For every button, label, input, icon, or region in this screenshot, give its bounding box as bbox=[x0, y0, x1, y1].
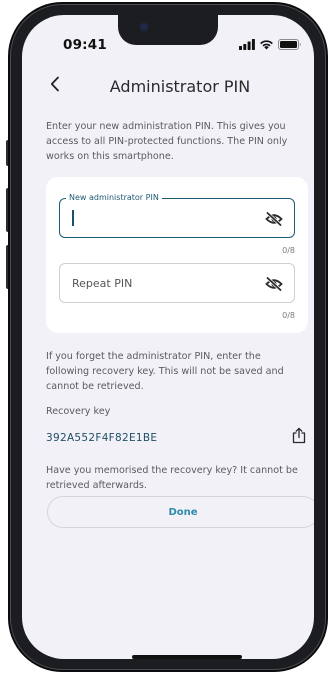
pin-form-card: New administrator PIN 0/8 0/8 bbox=[46, 177, 308, 333]
dynamic-notch bbox=[118, 15, 218, 45]
repeat-pin-counter: 0/8 bbox=[282, 311, 295, 320]
wifi-icon bbox=[259, 39, 274, 50]
camera-dot bbox=[140, 23, 148, 31]
eye-off-icon[interactable] bbox=[264, 274, 284, 294]
new-pin-input[interactable] bbox=[72, 199, 254, 237]
signal-icon bbox=[239, 39, 255, 50]
phone-frame: 09:41 Administrator PIN Enter your new a… bbox=[10, 4, 326, 670]
device-scene: 09:41 Administrator PIN Enter your new a… bbox=[0, 0, 331, 675]
repeat-pin-input[interactable] bbox=[72, 264, 254, 302]
eye-off-icon[interactable] bbox=[264, 209, 284, 229]
share-icon bbox=[292, 427, 306, 448]
done-button[interactable]: Done bbox=[47, 496, 314, 528]
recovery-info-text: If you forget the administrator PIN, ent… bbox=[46, 351, 284, 392]
page-title: Administrator PIN bbox=[109, 77, 251, 96]
new-pin-counter: 0/8 bbox=[282, 246, 295, 255]
recovery-key-value: 392A552F4F82E1BE bbox=[46, 432, 158, 444]
recovery-key-label: Recovery key bbox=[46, 406, 111, 417]
home-indicator[interactable] bbox=[132, 655, 242, 659]
status-icons bbox=[239, 39, 302, 50]
share-button[interactable] bbox=[288, 426, 310, 448]
memorised-warning-text: Have you memorised the recovery key? It … bbox=[46, 465, 298, 491]
repeat-pin-field[interactable] bbox=[59, 263, 295, 303]
battery-icon bbox=[278, 39, 302, 50]
new-pin-field[interactable]: New administrator PIN bbox=[59, 192, 295, 238]
intro-text: Enter your new administration PIN. This … bbox=[46, 121, 288, 162]
app-screen: 09:41 Administrator PIN Enter your new a… bbox=[22, 15, 314, 659]
status-time: 09:41 bbox=[63, 37, 107, 53]
